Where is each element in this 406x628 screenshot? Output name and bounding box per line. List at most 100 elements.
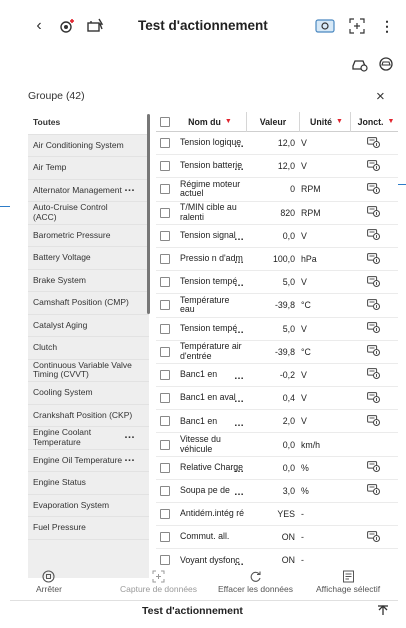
sidebar-scrollbar[interactable] [147,114,150,314]
back-icon[interactable]: ‹ [28,16,50,36]
sidebar-item[interactable]: Crankshaft Position (CKP) [28,405,149,427]
search-car-icon[interactable] [376,54,396,74]
row-name-cell[interactable]: Pressio n d'adm… [174,253,246,266]
row-checkbox[interactable] [160,509,170,520]
more-horizontal-icon[interactable]: … [234,256,244,266]
sidebar-item[interactable]: Air Conditioning System [28,135,149,157]
sort-down-icon[interactable]: ▼ [225,118,232,125]
row-select-cell[interactable] [156,230,174,241]
row-name-cell[interactable]: Soupa pe de… [174,485,246,498]
row-name-cell[interactable]: Température air d'entrée [174,341,246,361]
table-row[interactable]: Banc1 en … 2,0 V [156,410,398,434]
row-checkbox[interactable] [160,230,170,241]
row-checkbox[interactable] [160,161,170,172]
table-row[interactable]: Relative Charge… 0,0% [156,457,398,480]
sidebar-item[interactable]: Battery Voltage [28,247,149,270]
row-name-cell[interactable]: Voyant dysfonc… [174,555,246,567]
more-horizontal-icon[interactable]: … [234,163,244,173]
row-select-cell[interactable] [156,485,174,496]
row-connector-cell[interactable] [348,136,398,150]
sidebar-item[interactable]: Engine Oil Temperature… [28,450,149,472]
more-horizontal-icon[interactable]: … [234,140,244,150]
sidebar-item[interactable]: Toutes [28,112,149,135]
row-connector-cell[interactable] [348,206,398,219]
sidebar-item[interactable]: Cooling System [28,382,149,405]
row-checkbox[interactable] [160,184,170,195]
row-name-cell[interactable]: Tension batterie… [174,161,246,173]
table-row[interactable]: Soupa pe de … 3,0% [156,480,398,503]
row-checkbox[interactable] [160,416,170,427]
row-connector-cell[interactable] [348,391,398,405]
row-checkbox[interactable] [160,532,170,543]
row-select-cell[interactable] [156,369,174,380]
sidebar-item[interactable]: Engine Status [28,472,149,495]
table-row[interactable]: Banc1 en aval… 0,4 V [156,387,398,411]
row-select-cell[interactable] [156,254,174,265]
sidebar-item[interactable]: Engine Coolant Temperature… [28,427,149,450]
more-horizontal-icon[interactable]: … [234,465,244,475]
sort-down-icon[interactable]: ▼ [387,118,394,125]
sort-down-icon[interactable]: ▼ [336,118,343,125]
select-all-cell[interactable] [156,116,174,127]
row-connector-cell[interactable] [348,461,398,474]
connector-icon[interactable] [366,391,380,405]
sidebar-item[interactable]: Brake System [28,270,149,292]
connector-icon[interactable] [366,252,380,266]
more-horizontal-icon[interactable]: … [234,488,244,498]
row-name-cell[interactable]: Tension tempé… [174,323,246,336]
more-vertical-icon[interactable]: ⋮ [376,16,398,36]
row-select-cell[interactable] [156,184,174,195]
sidebar-item[interactable]: Clutch [28,337,149,360]
more-horizontal-icon[interactable]: … [124,182,135,194]
sidebar-item[interactable]: Continuous Variable Valve Timing (CVVT) [28,360,149,382]
table-row[interactable]: Tension logique… 12,0 V [156,132,398,156]
row-checkbox[interactable] [160,462,170,473]
row-checkbox[interactable] [160,439,170,450]
connector-icon[interactable] [366,368,380,381]
col-header-name[interactable]: Nom du ▼ [174,117,246,127]
more-horizontal-icon[interactable]: … [234,418,244,429]
row-name-cell[interactable]: Banc1 en… [174,416,246,429]
more-horizontal-icon[interactable]: … [234,372,244,382]
sidebar-item[interactable]: Barometric Pressure [28,225,149,247]
row-connector-cell[interactable] [348,275,398,289]
sidebar-item[interactable]: Auto-Cruise Control (ACC) [28,202,149,225]
row-connector-cell[interactable] [348,414,398,428]
row-connector-cell[interactable] [348,159,398,173]
more-horizontal-icon[interactable]: … [234,326,244,336]
row-select-cell[interactable] [156,323,174,334]
row-name-cell[interactable]: Antidém.intég ré [174,508,246,519]
row-connector-cell[interactable] [348,252,398,266]
row-select-cell[interactable] [156,439,174,450]
connector-icon[interactable] [366,136,380,150]
table-row[interactable]: Pressio n d'adm… 100,0 hPa [156,248,398,272]
row-select-cell[interactable] [156,346,174,357]
row-name-cell[interactable]: T/MIN cible au ralenti [174,202,246,222]
row-select-cell[interactable] [156,555,174,566]
more-horizontal-icon[interactable]: … [234,395,244,405]
select-all-checkbox[interactable] [160,116,170,127]
capture-data-button[interactable]: Capture de données [120,570,197,594]
more-horizontal-icon[interactable]: … [234,233,244,243]
row-name-cell[interactable]: Tension tempé… [174,277,246,289]
row-select-cell[interactable] [156,300,174,311]
sidebar-item[interactable]: Fuel Pressure [28,517,149,540]
row-name-cell[interactable]: Tension signal… [174,230,246,243]
row-select-cell[interactable] [156,509,174,520]
col-header-value[interactable]: Valeur [247,117,299,127]
connector-icon[interactable] [366,345,380,358]
row-connector-cell[interactable] [348,530,398,544]
row-checkbox[interactable] [160,207,170,218]
row-select-cell[interactable] [156,207,174,218]
pin-icon[interactable] [376,604,389,619]
connector-icon[interactable] [366,484,380,497]
row-checkbox[interactable] [160,277,170,288]
row-connector-cell[interactable] [348,484,398,497]
table-row[interactable]: T/MIN cible au ralenti 820 RPM [156,202,398,225]
more-horizontal-icon[interactable]: … [234,279,244,289]
row-name-cell[interactable]: Vitesse du véhicule [174,434,246,454]
row-select-cell[interactable] [156,138,174,149]
table-row[interactable]: Antidém.intég ré YES - [156,503,398,527]
row-select-cell[interactable] [156,462,174,473]
row-connector-cell[interactable] [348,183,398,196]
